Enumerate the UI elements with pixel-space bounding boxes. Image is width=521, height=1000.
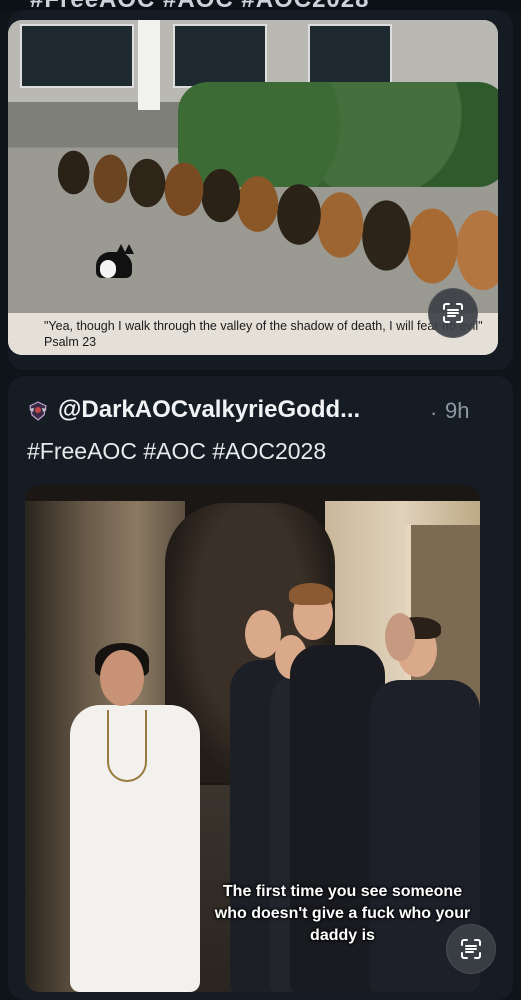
post-username[interactable]: @DarkAOCvalkyrieGodd... [58, 396, 360, 424]
scan-text-icon [461, 939, 481, 959]
meme-caption: The first time you see someone who doesn… [214, 883, 471, 944]
post-2-image[interactable]: The first time you see someone who doesn… [25, 485, 480, 992]
cat [96, 240, 134, 280]
separator-dot: · [430, 400, 438, 425]
scan-text-button-2[interactable] [446, 924, 496, 974]
post-timestamp[interactable]: 9h [445, 398, 469, 424]
scan-text-icon [443, 303, 463, 323]
pillar [138, 20, 160, 110]
man-3-hair [289, 583, 333, 605]
man-5-head [385, 613, 415, 661]
shield-crest-icon[interactable] [27, 400, 49, 422]
post-1-image[interactable]: "Yea, though I walk through the valley o… [8, 20, 498, 355]
dogs-line [46, 120, 498, 330]
post-hashtags[interactable]: #FreeAOC #AOC #AOC2028 [27, 438, 326, 465]
scan-text-button-1[interactable] [428, 288, 478, 338]
image-caption: "Yea, though I walk through the valley o… [8, 313, 498, 355]
necklace [107, 710, 147, 782]
woman-head [100, 650, 144, 706]
